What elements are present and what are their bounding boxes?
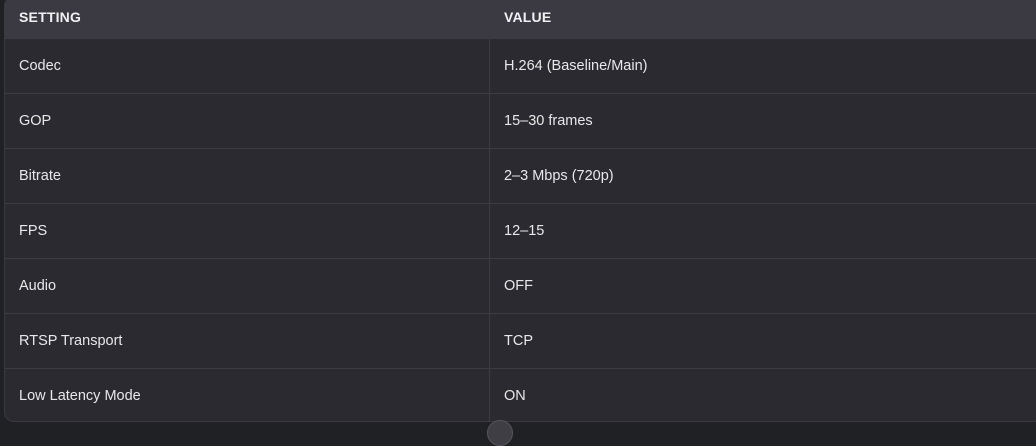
table-body: Codec H.264 (Baseline/Main) GOP 15–30 fr…	[5, 39, 1036, 421]
value-cell: TCP	[504, 333, 533, 349]
setting-cell: RTSP Transport	[5, 314, 490, 368]
column-header-value: VALUE	[504, 9, 552, 25]
table-row: FPS 12–15	[5, 203, 1036, 258]
value-cell: 12–15	[504, 223, 545, 239]
table-row: Low Latency Mode ON	[5, 368, 1036, 421]
value-cell: 15–30 frames	[504, 113, 593, 129]
value-cell: OFF	[504, 278, 533, 294]
table-row: Codec H.264 (Baseline/Main)	[5, 39, 1036, 93]
setting-cell: GOP	[5, 94, 490, 148]
scroll-to-bottom-button[interactable]	[487, 420, 513, 446]
table-row: RTSP Transport TCP	[5, 313, 1036, 368]
setting-cell: Bitrate	[5, 149, 490, 203]
table-header: SETTING VALUE	[5, 0, 1036, 39]
value-cell: H.264 (Baseline/Main)	[504, 58, 648, 74]
column-header-setting: SETTING	[19, 9, 82, 25]
setting-cell: Low Latency Mode	[5, 369, 490, 421]
settings-table: SETTING VALUE Codec H.264 (Baseline/Main…	[4, 0, 1036, 422]
setting-cell: FPS	[5, 204, 490, 258]
setting-cell: Audio	[5, 259, 490, 313]
table-row: Bitrate 2–3 Mbps (720p)	[5, 148, 1036, 203]
value-cell: 2–3 Mbps (720p)	[504, 168, 614, 184]
setting-cell: Codec	[5, 39, 490, 93]
table-row: Audio OFF	[5, 258, 1036, 313]
table-row: GOP 15–30 frames	[5, 93, 1036, 148]
value-cell: ON	[504, 388, 526, 404]
